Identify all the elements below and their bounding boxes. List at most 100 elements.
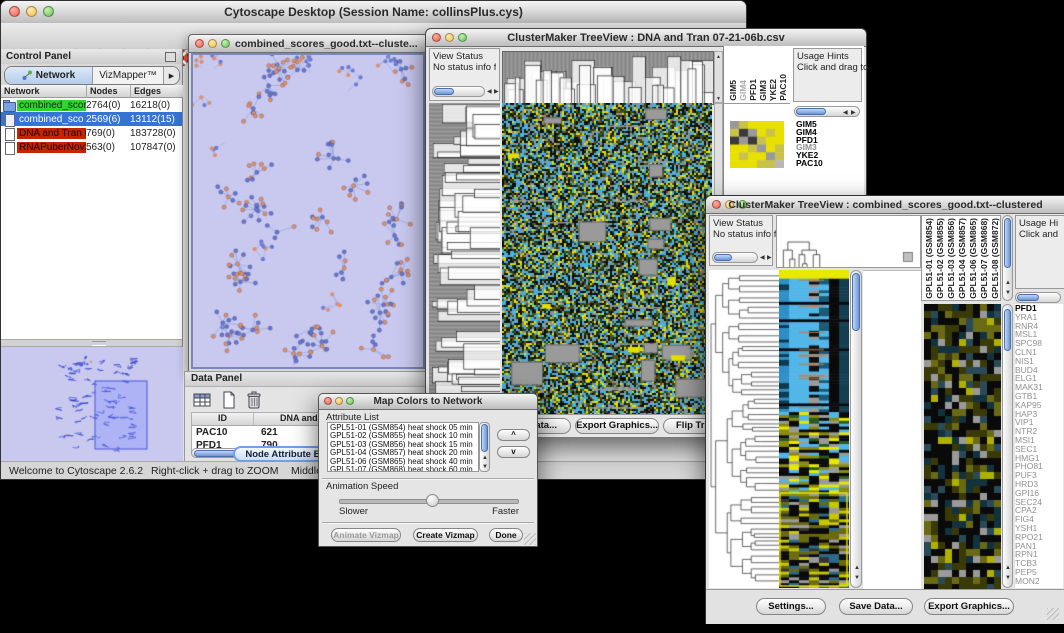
animation-speed-slider[interactable] [339, 499, 519, 504]
scroll-up-icon[interactable]: ▲ [482, 455, 488, 461]
float-panel-icon[interactable] [165, 52, 176, 62]
scroll-down-icon[interactable]: ▼ [1005, 575, 1011, 581]
birdseye-view-canvas[interactable] [1, 347, 183, 461]
scroll-left-icon[interactable]: ◀ [487, 89, 492, 95]
network-item-icon [3, 100, 16, 111]
usage-hints-text: Click and drag to [797, 62, 868, 73]
new-attribute-icon[interactable] [219, 391, 238, 409]
delete-attribute-trash-icon[interactable] [244, 390, 264, 410]
network-list: combined_scores 2764(0) 16218(0) combine… [1, 98, 182, 339]
main-titlebar[interactable]: Cytoscape Desktop (Session Name: collins… [1, 1, 746, 24]
map-colors-dialog: Map Colors to Network Attribute List GPL… [318, 393, 538, 547]
scroll-up-icon[interactable]: ▲ [854, 565, 860, 571]
network-list-item[interactable]: combined_sco 2569(6) 13112(15) [1, 112, 182, 126]
resize-grip[interactable] [524, 533, 536, 545]
column-label[interactable]: GPL51-03 (GSM856) [946, 218, 957, 299]
scroll-down-icon[interactable]: ▼ [1005, 290, 1011, 296]
tab-vizmapper[interactable]: VizMapper™ [93, 67, 164, 84]
scroll-left-icon[interactable]: ◀ [843, 110, 848, 116]
network-view-1-canvas[interactable] [193, 55, 421, 365]
tv2-zoom-heatmap-canvas[interactable] [924, 304, 1001, 591]
network-list-item[interactable]: RNAPuberNov2+ 563(0) 107847(0) [1, 140, 182, 154]
panel-splitter[interactable] [1, 339, 182, 347]
attribute-list-scrollbar[interactable]: ▲ ▼ [479, 422, 490, 472]
tv2-zoom-vscrollbar[interactable]: ▲ ▼ [1002, 304, 1013, 588]
network-item-edges: 183728(0) [130, 128, 182, 139]
attribute-item[interactable]: GPL51-07 (GSM868) heat shock 60 min [330, 466, 478, 472]
scroll-down-icon[interactable]: ▼ [716, 96, 721, 102]
tv2-row-dendrogram-canvas[interactable] [709, 270, 779, 588]
tv2-usage-scrollbar[interactable] [1015, 292, 1061, 303]
row-label[interactable]: PAC10 [796, 160, 823, 168]
export-graphics-button[interactable]: Export Graphics... [924, 598, 1014, 615]
status-welcome: Welcome to Cytoscape 2.6.2 [9, 465, 143, 477]
close-button[interactable] [195, 39, 204, 48]
export-graphics-button[interactable]: Export Graphics... [575, 418, 659, 434]
view-status-scrollbar[interactable] [432, 86, 485, 97]
view-status-text: No status info f [433, 62, 496, 73]
view-status-title: View Status [713, 218, 763, 229]
save-data-button[interactable]: Save Data... [839, 598, 913, 615]
network-item-name: RNAPuberNov2+ [17, 142, 86, 153]
scroll-left-icon[interactable]: ◀ [760, 255, 765, 261]
column-label[interactable]: GIM5 [728, 80, 738, 101]
tv2-labels-vscrollbar[interactable]: ▲ ▼ [1002, 215, 1013, 301]
scroll-right-icon[interactable]: ▶ [851, 110, 856, 116]
tv2-heatmap-canvas[interactable] [779, 270, 849, 588]
network-item-nodes: 769(0) [86, 128, 130, 139]
view-status-text: No status info f [713, 229, 776, 240]
move-down-button[interactable]: v [497, 446, 530, 458]
tab-overflow-button[interactable]: ▶ [164, 67, 179, 84]
tv1-heatmap-canvas[interactable] [502, 103, 712, 414]
attribute-select-icon[interactable] [193, 391, 212, 409]
tv2-button-bar: Settings... Save Data... Export Graphics… [706, 589, 1064, 624]
tv2-column-dendrogram-canvas[interactable] [776, 215, 921, 268]
network-item-name: combined_scores [17, 100, 86, 111]
column-label[interactable]: GIM3 [758, 80, 768, 101]
column-header-network[interactable]: Network [1, 85, 87, 98]
column-label[interactable]: GPL51-06 (GSM865) [968, 218, 979, 299]
tv1-column-dendrogram-canvas[interactable] [502, 51, 714, 105]
attribute-list[interactable]: GPL51-01 (GSM854) heat shock 05 minGPL51… [327, 422, 479, 472]
column-label[interactable]: GPL51-04 (GSM857) [957, 218, 968, 299]
scroll-right-icon[interactable]: ▶ [494, 89, 499, 95]
resize-grip[interactable] [1047, 608, 1059, 620]
column-label[interactable]: GPL51-08 (GSM872) [990, 218, 1001, 299]
zoom-button[interactable] [221, 39, 230, 48]
table-header-id[interactable]: ID [192, 413, 254, 425]
column-header-nodes[interactable]: Nodes [87, 85, 131, 98]
network-list-item[interactable]: DNA and Tran 07 769(0) 183728(0) [1, 126, 182, 140]
slider-thumb[interactable] [426, 494, 439, 507]
tv1-row-dendrogram-canvas[interactable] [429, 103, 500, 414]
scroll-down-icon[interactable]: ▼ [854, 575, 860, 581]
column-label[interactable]: PFD1 [748, 79, 758, 101]
column-label[interactable]: GPL51-02 (GSM855) [935, 218, 946, 299]
create-vizmap-button[interactable]: Create Vizmap [413, 528, 478, 542]
column-label[interactable]: GPL51-07 (GSM868) [979, 218, 990, 299]
tv1-usage-scrollbar[interactable]: ◀ ▶ [794, 106, 860, 117]
animate-vizmap-button[interactable]: Animate Vizmap [331, 528, 401, 542]
scroll-up-icon[interactable]: ▲ [1005, 280, 1011, 286]
control-panel: Control Panel Network VizMapper™ ▶ [1, 49, 183, 461]
column-label[interactable]: GPL51-01 (GSM854) [924, 218, 935, 299]
column-header-edges[interactable]: Edges [131, 85, 183, 98]
column-label[interactable]: PAC10 [778, 74, 788, 101]
animation-speed-label: Animation Speed [326, 481, 398, 492]
gene-label[interactable]: MON2 [1015, 577, 1063, 586]
network-list-item[interactable]: combined_scores 2764(0) 16218(0) [1, 98, 182, 112]
tab-network[interactable]: Network [5, 67, 93, 84]
done-button[interactable]: Done [489, 528, 523, 542]
column-label[interactable]: GIM4 [738, 80, 748, 101]
scroll-up-icon[interactable]: ▲ [1005, 565, 1011, 571]
view-status-scrollbar[interactable] [712, 252, 758, 263]
minimize-button[interactable] [208, 39, 217, 48]
usage-hints-title: Usage Hi [1019, 218, 1058, 229]
scroll-down-icon[interactable]: ▼ [482, 464, 488, 470]
move-up-button[interactable]: ^ [497, 429, 530, 441]
scroll-up-icon[interactable]: ▲ [716, 54, 721, 60]
tv1-zoom-heatmap-canvas[interactable] [730, 121, 784, 168]
column-label[interactable]: YKE2 [768, 79, 778, 101]
scroll-right-icon[interactable]: ▶ [767, 255, 772, 261]
settings-button[interactable]: Settings... [756, 598, 826, 615]
tv2-heatmap-vscrollbar[interactable]: ▲ ▼ [850, 270, 862, 588]
